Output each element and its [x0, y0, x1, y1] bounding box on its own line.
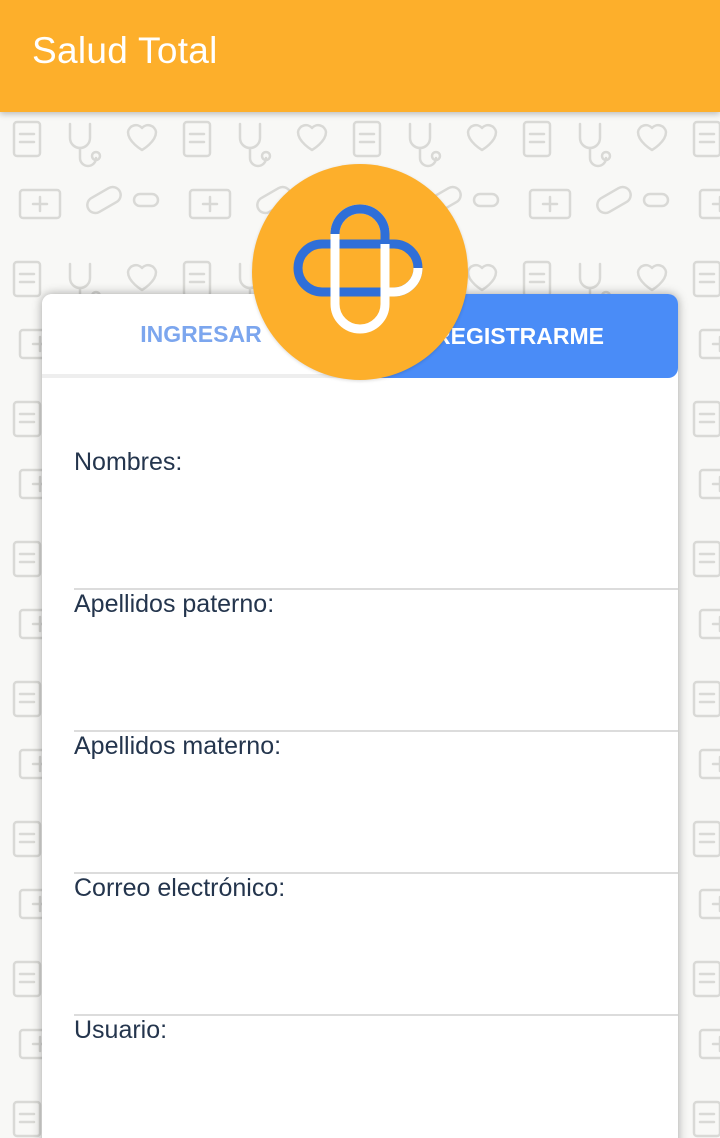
field-label: Correo electrónico: — [74, 874, 286, 902]
register-screen: Salud Total INGRESAR REGISTRARME Nombres… — [0, 0, 720, 1138]
app-bar: Salud Total — [0, 0, 720, 112]
field-apellido-paterno: Apellidos paterno: — [74, 590, 678, 732]
field-label: Usuario: — [74, 1016, 168, 1044]
field-nombres: Nombres: — [74, 448, 678, 590]
nombres-input[interactable] — [74, 494, 678, 556]
apellido-materno-input[interactable] — [74, 778, 678, 840]
field-label: Apellidos paterno: — [74, 590, 275, 618]
app-title: Salud Total — [32, 30, 218, 71]
field-apellido-materno: Apellidos materno: — [74, 732, 678, 874]
usuario-input[interactable] — [74, 1062, 678, 1124]
field-label: Nombres: — [74, 448, 183, 476]
email-input[interactable] — [74, 920, 678, 982]
field-correo: Correo electrónico: — [74, 874, 678, 1016]
medical-cross-logo-icon — [252, 164, 468, 380]
field-label: Apellidos materno: — [74, 732, 282, 760]
apellido-paterno-input[interactable] — [74, 636, 678, 698]
field-usuario: Usuario: — [74, 1016, 678, 1138]
auth-card: INGRESAR REGISTRARME Nombres: Apellidos … — [42, 294, 678, 1138]
